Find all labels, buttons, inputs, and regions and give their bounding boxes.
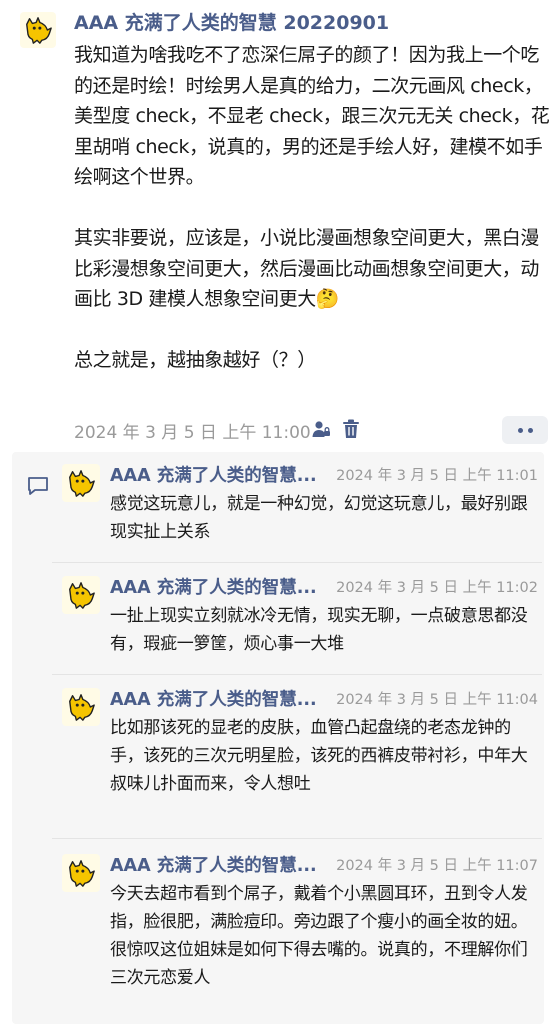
comment-text: 感觉这玩意儿，就是一种幻觉，幻觉这玩意儿，最好别跟现实扯上关系 bbox=[110, 494, 528, 542]
avatar[interactable] bbox=[20, 12, 56, 48]
cat-icon bbox=[69, 860, 95, 887]
divider bbox=[52, 562, 542, 563]
comment-item[interactable]: AAA 充满了人类的智慧... 2024 年 3 月 5 日 上午 11:04 … bbox=[52, 676, 542, 842]
comment-timestamp: 2024 年 3 月 5 日 上午 11:02 bbox=[336, 580, 538, 596]
avatar[interactable] bbox=[62, 688, 100, 726]
more-icon[interactable] bbox=[502, 416, 548, 444]
comment-timestamp: 2024 年 3 月 5 日 上午 11:01 bbox=[336, 468, 538, 484]
post-meta: 2024 年 3 月 5 日 上午 11:00 bbox=[74, 416, 548, 444]
avatar[interactable] bbox=[62, 854, 100, 892]
cat-icon bbox=[26, 17, 52, 44]
comment-text: 比如那该死的显老的皮肤，血管凸起盘绕的老态龙钟的手，该死的三次元明星脸，该死的西… bbox=[110, 718, 528, 794]
person-lock-icon[interactable] bbox=[310, 418, 332, 440]
comment-text: 今天去超市看到个屌子，戴着个小黑圆耳环，丑到令人发指，脸很肥，满脸痘印。旁边跟了… bbox=[110, 884, 528, 988]
comment-author[interactable]: AAA 充满了人类的智慧... bbox=[110, 574, 317, 599]
divider bbox=[52, 674, 542, 675]
comment-timestamp: 2024 年 3 月 5 日 上午 11:07 bbox=[336, 858, 538, 874]
comment-author[interactable]: AAA 充满了人类的智慧... bbox=[110, 462, 317, 487]
cat-icon bbox=[69, 694, 95, 721]
comment-item[interactable]: AAA 充满了人类的智慧... 2024 年 3 月 5 日 上午 11:02 … bbox=[52, 564, 542, 676]
comment-author[interactable]: AAA 充满了人类的智慧... bbox=[110, 686, 317, 711]
post-author[interactable]: AAA 充满了人类的智慧 20220901 bbox=[74, 8, 389, 35]
comment-author[interactable]: AAA 充满了人类的智慧... bbox=[110, 852, 317, 877]
comment-item[interactable]: AAA 充满了人类的智慧... 2024 年 3 月 5 日 上午 11:01 … bbox=[52, 452, 542, 570]
comment-section: AAA 充满了人类的智慧... 2024 年 3 月 5 日 上午 11:01 … bbox=[12, 452, 544, 1024]
post-paragraph: 我知道为啥我吃不了恋深仨屌子的颜了！因为我上一个吃的还是时绘！时绘男人是真的给力… bbox=[74, 44, 550, 188]
avatar[interactable] bbox=[62, 576, 100, 614]
comment-icon bbox=[26, 474, 50, 498]
comment-text: 一扯上现实立刻就冰冷无情，现实无聊，一点破意思都没有，瑕疵一箩筐，烦心事一大堆 bbox=[110, 606, 528, 654]
post-timestamp: 2024 年 3 月 5 日 上午 11:00 bbox=[74, 423, 311, 443]
comment-timestamp: 2024 年 3 月 5 日 上午 11:04 bbox=[336, 692, 538, 708]
divider bbox=[52, 838, 542, 839]
trash-icon[interactable] bbox=[340, 418, 362, 440]
cat-icon bbox=[69, 582, 95, 609]
post-content: 我知道为啥我吃不了恋深仨屌子的颜了！因为我上一个吃的还是时绘！时绘男人是真的给力… bbox=[74, 40, 552, 376]
post-paragraph: 其实非要说，应该是，小说比漫画想象空间更大，黑白漫比彩漫想象空间更大，然后漫画比… bbox=[74, 227, 540, 310]
post-paragraph: 总之就是，越抽象越好（？） bbox=[74, 349, 316, 371]
cat-icon bbox=[69, 470, 95, 497]
avatar[interactable] bbox=[62, 464, 100, 502]
comment-item[interactable]: AAA 充满了人类的智慧... 2024 年 3 月 5 日 上午 11:07 … bbox=[52, 842, 542, 1024]
